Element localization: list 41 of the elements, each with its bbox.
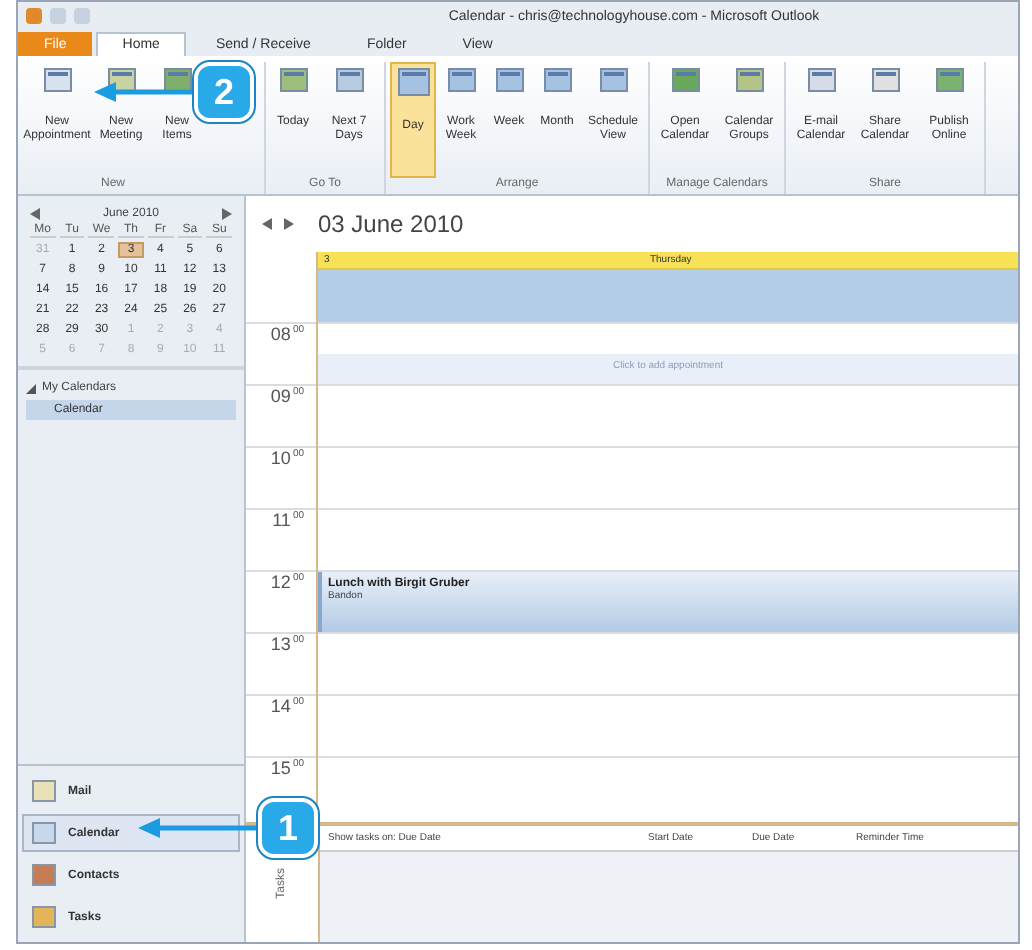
ribbon-icon (807, 68, 835, 92)
date-heading: 03 June 2010 (318, 210, 464, 238)
right-triangle-icon (222, 208, 232, 220)
callout-arrow (94, 80, 194, 104)
step-number-badge: 1 (258, 798, 318, 858)
ribbon-icon (43, 68, 71, 92)
ribbon-icon (671, 68, 699, 92)
ribbon-icon (935, 68, 963, 92)
ribbon-icon (871, 68, 899, 92)
ribbon-icon (447, 68, 475, 92)
ribbon-icon (735, 68, 763, 92)
module-icon (32, 864, 56, 886)
hour-label: 09 (270, 386, 291, 406)
hour-label: 13 (270, 634, 291, 654)
ribbon-icon (397, 68, 429, 96)
hour-label: 11 (272, 510, 291, 530)
next-month-button[interactable] (222, 208, 232, 220)
module-icon (32, 780, 56, 802)
left-triangle-icon (262, 218, 272, 230)
back-button[interactable] (262, 218, 272, 230)
module-icon (32, 906, 56, 928)
ribbon-icon (279, 68, 307, 92)
right-triangle-icon (284, 218, 294, 230)
ribbon-icon (335, 68, 363, 92)
left-triangle-icon (30, 208, 40, 220)
hour-label: 10 (270, 448, 291, 468)
hour-label: 15 (270, 758, 291, 778)
module-icon (32, 822, 56, 844)
previous-month-button[interactable] (30, 208, 40, 220)
ribbon-icon (599, 68, 627, 92)
ribbon-icon (495, 68, 523, 92)
hour-label: 12 (270, 572, 291, 592)
ribbon-icon (107, 68, 135, 92)
hour-label: 14 (270, 696, 291, 716)
ribbon-icon (543, 68, 571, 92)
ribbon-icon (163, 68, 191, 92)
forward-button[interactable] (284, 218, 294, 230)
expanded-triangle-icon (26, 383, 36, 393)
hour-label: 08 (270, 324, 291, 344)
step-number-badge: 2 (194, 62, 254, 122)
callout-arrow (138, 816, 258, 840)
